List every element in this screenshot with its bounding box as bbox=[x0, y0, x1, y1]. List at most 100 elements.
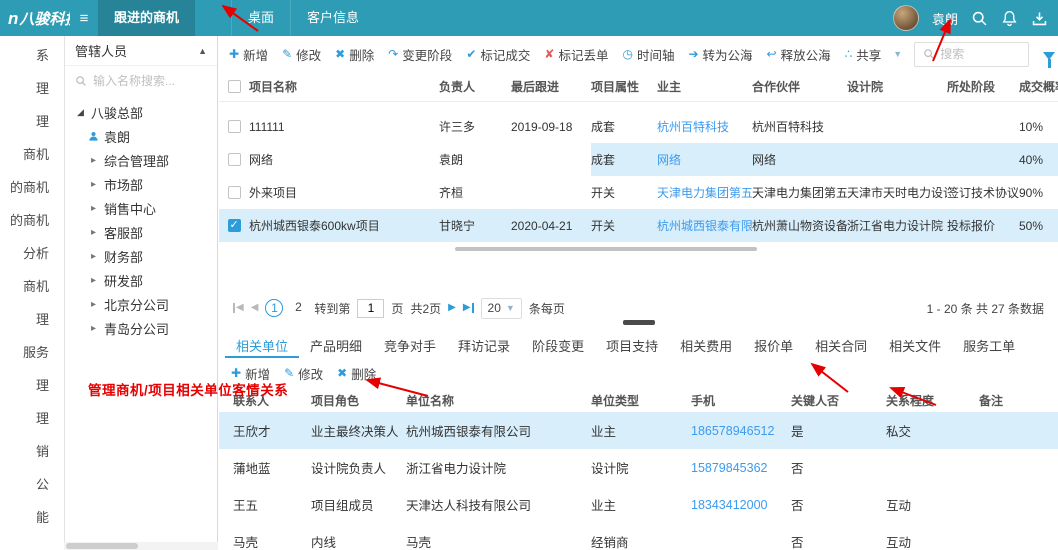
detail-tab[interactable]: 相关单位 bbox=[225, 330, 299, 358]
search-icon[interactable] bbox=[971, 10, 988, 27]
button-label: 转为公海 bbox=[703, 45, 753, 64]
scrollbar-thumb[interactable] bbox=[66, 543, 138, 549]
to-sea-button[interactable]: ➔转为公海 bbox=[688, 45, 752, 64]
org-tree: ◢八骏总部袁朗▸综合管理部▸市场部▸销售中心▸客服部▸财务部▸研发部▸北京分公司… bbox=[65, 96, 217, 344]
table-search-input[interactable] bbox=[940, 47, 1020, 61]
left-menu-item[interactable]: 系 bbox=[0, 46, 64, 66]
tree-item[interactable]: 袁朗 bbox=[65, 124, 217, 148]
tree-item[interactable]: ▸研发部 bbox=[65, 268, 217, 292]
edit-button[interactable]: ✎修改 bbox=[284, 364, 323, 383]
page-button[interactable]: 2 bbox=[289, 299, 307, 317]
download-icon[interactable] bbox=[1031, 10, 1048, 27]
collapse-panel-icon[interactable]: ▲ bbox=[198, 46, 207, 56]
left-menu-item[interactable]: 理 bbox=[0, 376, 64, 396]
contact-row[interactable]: 马壳内线马壳经销商否互动 bbox=[219, 523, 1058, 550]
table-row[interactable]: 杭州城西银泰600kw项目甘晓宁2020-04-21开关杭州城西银泰有限公司杭州… bbox=[219, 209, 1058, 242]
release-button[interactable]: ↩释放公海 bbox=[767, 45, 831, 64]
detail-tab[interactable]: 阶段变更 bbox=[521, 330, 595, 358]
row-checkbox[interactable] bbox=[228, 120, 241, 133]
share-button[interactable]: ∴共享 bbox=[845, 45, 882, 64]
left-menu-item[interactable]: 理 bbox=[0, 409, 64, 429]
menu-toggle-icon[interactable]: ≡ bbox=[70, 10, 98, 27]
next-page-button[interactable]: ▶ bbox=[448, 303, 456, 313]
left-menu-item[interactable]: 服务 bbox=[0, 343, 64, 363]
left-menu-item[interactable]: 的商机 bbox=[0, 178, 64, 198]
tree-item[interactable]: ▸青岛分公司 bbox=[65, 316, 217, 340]
row-checkbox[interactable] bbox=[228, 186, 241, 199]
edit-button[interactable]: ✎修改 bbox=[282, 45, 321, 64]
row-checkbox[interactable] bbox=[228, 153, 241, 166]
left-menu-item[interactable]: 公 bbox=[0, 475, 64, 495]
top-tab[interactable]: 跟进的商机 bbox=[98, 0, 195, 36]
left-menu-item[interactable]: 理 bbox=[0, 112, 64, 132]
table-row[interactable]: 111111许三多2019-09-18成套杭州百特科技杭州百特科技10% bbox=[219, 110, 1058, 143]
detail-tab[interactable]: 服务工单 bbox=[952, 330, 1026, 358]
page-button[interactable]: 1 bbox=[265, 299, 283, 317]
stage-button[interactable]: ↷变更阶段 bbox=[388, 45, 452, 64]
table-row[interactable]: 网络袁朗成套网络网络40% bbox=[219, 143, 1058, 176]
chevron-down-icon: ▼ bbox=[506, 303, 515, 313]
cell: 项目组成员 bbox=[311, 495, 406, 514]
plus-button[interactable]: ✚新增 bbox=[229, 45, 268, 64]
cell bbox=[511, 143, 591, 176]
staff-search-input[interactable] bbox=[93, 74, 198, 88]
clock-button[interactable]: ◷时间轴 bbox=[622, 45, 674, 64]
page-size-select[interactable]: 20 ▼ bbox=[481, 298, 522, 319]
left-menu-item[interactable]: 销 bbox=[0, 442, 64, 462]
contact-row[interactable]: 王五项目组成员天津达人科技有限公司业主18343412000否互动 bbox=[219, 486, 1058, 523]
user-avatar[interactable] bbox=[893, 5, 919, 31]
plus-button[interactable]: ✚新增 bbox=[231, 364, 270, 383]
tree-item[interactable]: ◢八骏总部 bbox=[65, 100, 217, 124]
app-window: n八骏科技 ≡ 跟进的商机桌面客户信息 袁朗 系理理商机的商机的商机分析商机理服… bbox=[0, 0, 1058, 550]
left-menu-item[interactable]: 能 bbox=[0, 508, 64, 528]
win-button[interactable]: ✔标记成交 bbox=[466, 45, 530, 64]
opportunity-table: 项目名称负责人最后跟进项目属性业主合作伙伴设计院所处阶段成交概率 111111许… bbox=[219, 72, 1058, 242]
filter-icon[interactable] bbox=[1043, 49, 1055, 60]
cell: 111111 bbox=[249, 110, 439, 143]
left-menu-item[interactable]: 的商机 bbox=[0, 211, 64, 231]
tree-item[interactable]: ▸财务部 bbox=[65, 244, 217, 268]
contact-row[interactable]: 王欣才业主最终决策人杭州城西银泰有限公司业主186578946512是私交 bbox=[219, 412, 1058, 449]
top-tab[interactable]: 客户信息 bbox=[290, 0, 375, 36]
tree-item[interactable]: ▸客服部 bbox=[65, 220, 217, 244]
detail-tab[interactable]: 相关费用 bbox=[669, 330, 743, 358]
select-all-checkbox[interactable] bbox=[228, 80, 241, 93]
tree-item[interactable]: ▸北京分公司 bbox=[65, 292, 217, 316]
left-menu-strip: 系理理商机的商机的商机分析商机理服务理理销公能 bbox=[0, 36, 64, 542]
first-page-button[interactable]: ◀ bbox=[233, 303, 244, 313]
splitter-handle[interactable] bbox=[623, 320, 655, 325]
sidebar-scrollbar[interactable] bbox=[64, 542, 218, 550]
detail-tab[interactable]: 拜访记录 bbox=[447, 330, 521, 358]
dropdown-caret-icon[interactable]: ▼ bbox=[893, 49, 902, 59]
detail-tab[interactable]: 项目支持 bbox=[595, 330, 669, 358]
user-name[interactable]: 袁朗 bbox=[932, 9, 958, 28]
tree-item[interactable]: ▸综合管理部 bbox=[65, 148, 217, 172]
lose-button[interactable]: ✘标记丢单 bbox=[544, 45, 608, 64]
left-menu-item[interactable]: 分析 bbox=[0, 244, 64, 264]
detail-tab[interactable]: 相关合同 bbox=[804, 330, 878, 358]
hscrollbar-thumb[interactable] bbox=[455, 247, 757, 251]
detail-tab[interactable]: 竞争对手 bbox=[373, 330, 447, 358]
tree-item[interactable]: ▸市场部 bbox=[65, 172, 217, 196]
goto-page-input[interactable] bbox=[357, 299, 384, 318]
left-menu-item[interactable]: 商机 bbox=[0, 145, 64, 165]
tree-item[interactable]: ▸销售中心 bbox=[65, 196, 217, 220]
table-searchbox[interactable] bbox=[914, 42, 1029, 67]
column-header: 联系人 bbox=[233, 392, 311, 409]
detail-tab[interactable]: 报价单 bbox=[743, 330, 804, 358]
left-menu-item[interactable]: 商机 bbox=[0, 277, 64, 297]
left-menu-item[interactable]: 理 bbox=[0, 79, 64, 99]
table-row[interactable]: 外来项目齐桓开关天津电力集团第五公司天津电力集团第五公司天津市天时电力设计院有.… bbox=[219, 176, 1058, 209]
trash-button[interactable]: ✖删除 bbox=[337, 364, 376, 383]
last-page-button[interactable]: ▶ bbox=[463, 303, 474, 313]
contact-row[interactable]: 蒲地蓝设计院负责人浙江省电力设计院设计院15879845362否 bbox=[219, 449, 1058, 486]
prev-page-button[interactable]: ◀ bbox=[251, 303, 259, 313]
trash-button[interactable]: ✖删除 bbox=[335, 45, 374, 64]
left-menu-item[interactable]: 理 bbox=[0, 310, 64, 330]
bell-icon[interactable] bbox=[1001, 10, 1018, 27]
top-tab[interactable]: 桌面 bbox=[231, 0, 290, 36]
detail-tab[interactable]: 产品明细 bbox=[299, 330, 373, 358]
detail-tab[interactable]: 相关文件 bbox=[878, 330, 952, 358]
row-checkbox[interactable] bbox=[228, 219, 241, 232]
button-label: 新增 bbox=[245, 364, 270, 383]
